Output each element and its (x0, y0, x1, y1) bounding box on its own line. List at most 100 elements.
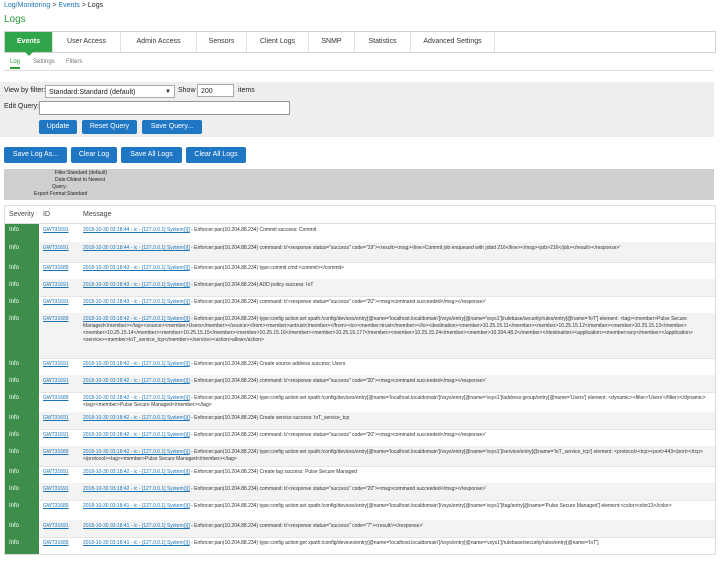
log-message-text: - Enforcer:pan(10.204.88.234) type:confi… (189, 503, 672, 509)
summary-date-value: Oldest to Newest (67, 177, 106, 183)
breadcrumb: Log/Monitoring > Events > Logs (4, 2, 103, 9)
tab-events[interactable]: Events (5, 32, 53, 56)
severity-badge: Info (5, 483, 39, 500)
log-table: Severity ID Message Info GWT31691 2018-10-… (4, 205, 716, 555)
event-id-link[interactable]: GWT31689 (43, 395, 69, 401)
tab-statistics[interactable]: Statistics (355, 32, 411, 52)
log-source-link[interactable]: 2018-10-30 03:18:44 - ic - [127.0.0.1] S… (83, 227, 190, 233)
save-query-button[interactable]: Save Query... (142, 120, 202, 134)
subtab-settings[interactable]: Settings (33, 59, 55, 65)
table-row: Info GWT31689 2018-10-30 03:18:42 - ic - [… (5, 313, 715, 359)
table-row: Info GWT31689 2018-10-30 03:18:43 - ic - [… (5, 262, 715, 280)
reset-query-button[interactable]: Reset Query (82, 120, 137, 134)
event-id-link[interactable]: GWT31691 (43, 378, 69, 384)
log-source-link[interactable]: 2018-10-30 03:18:41 - ic - [127.0.0.1] S… (83, 540, 190, 546)
filter-summary-panel: Filter: Standard (default) Date: Oldest to… (4, 169, 714, 200)
view-by-filter-select[interactable]: Standard:Standard (default) ▼ (45, 85, 175, 98)
subtab-log[interactable]: Log (10, 59, 21, 69)
event-id-link[interactable]: GWT31689 (43, 503, 69, 509)
tab-user-access[interactable]: User Access (53, 32, 121, 52)
event-id-link[interactable]: GWT31689 (43, 449, 69, 455)
tab-client-logs[interactable]: Client Logs (247, 32, 309, 52)
log-message: 2018-10-30 03:18:42 - ic - [127.0.0.1] S… (83, 415, 711, 422)
log-source-link[interactable]: 2018-10-30 03:18:42 - ic - [127.0.0.1] S… (83, 361, 190, 367)
update-button[interactable]: Update (39, 120, 77, 134)
severity-badge: Info (5, 313, 39, 358)
log-source-link[interactable]: 2018-10-30 03:18:42 - ic - [127.0.0.1] S… (83, 316, 190, 322)
event-id-link[interactable]: GWT31691 (43, 415, 69, 421)
log-message-text: - Enforcer:pan(10.204.88.234) command: b… (189, 432, 487, 438)
event-id-link[interactable]: GWT31689 (43, 540, 69, 546)
log-message: 2018-10-30 03:18:42 - ic - [127.0.0.1] S… (83, 449, 711, 463)
event-id-link[interactable]: GWT31691 (43, 523, 69, 529)
tab-admin-access[interactable]: Admin Access (121, 32, 197, 52)
item-count-input[interactable]: 200 (197, 84, 234, 97)
event-id-link[interactable]: GWT31691 (43, 299, 69, 305)
event-id-link[interactable]: GWT31691 (43, 227, 69, 233)
event-id-link[interactable]: GWT31691 (43, 245, 69, 251)
log-message-text: - Enforcer:pan(10.204.88.234) Create sou… (189, 361, 346, 367)
log-message: 2018-10-30 03:18:43 - ic - [127.0.0.1] S… (83, 299, 711, 306)
edit-query-input[interactable] (39, 101, 290, 115)
table-row: Info GWT31691 2018-10-30 03:18:42 - ic - [… (5, 429, 715, 447)
view-by-filter-value: Standard:Standard (default) (49, 89, 136, 96)
log-source-link[interactable]: 2018-10-30 03:18:44 - ic - [127.0.0.1] S… (83, 245, 190, 251)
clear-log-button[interactable]: Clear Log (71, 147, 117, 163)
log-source-link[interactable]: 2018-10-30 03:18:42 - ic - [127.0.0.1] S… (83, 432, 190, 438)
table-row: Info GWT31691 2018-10-30 03:18:44 - ic - [… (5, 224, 715, 243)
log-message: 2018-10-30 03:18:44 - ic - [127.0.0.1] S… (83, 227, 711, 234)
breadcrumb-current: Logs (87, 2, 104, 9)
table-row: Info GWT31691 2018-10-30 03:18:42 - ic - [… (5, 483, 715, 501)
table-row: Info GWT31691 2018-10-30 03:18:41 - ic - [… (5, 520, 715, 538)
log-source-link[interactable]: 2018-10-30 03:18:43 - ic - [127.0.0.1] S… (83, 299, 190, 305)
event-id-link[interactable]: GWT31691 (43, 432, 69, 438)
log-source-link[interactable]: 2018-10-30 03:18:42 - ic - [127.0.0.1] S… (83, 415, 190, 421)
save-log-as-button[interactable]: Save Log As... (4, 147, 67, 163)
event-id-link[interactable]: GWT31691 (43, 282, 69, 288)
subtab-filters[interactable]: Filters (66, 59, 82, 65)
log-message: 2018-10-30 03:18:41 - ic - [127.0.0.1] S… (83, 523, 711, 530)
save-all-logs-button[interactable]: Save All Logs (121, 147, 182, 163)
breadcrumb-separator: > (81, 2, 86, 9)
severity-badge: Info (5, 446, 39, 466)
log-message-text: - Enforcer:pan(10.204.88.234) command: b… (189, 523, 424, 529)
log-source-link[interactable]: 2018-10-30 03:18:42 - ic - [127.0.0.1] S… (83, 469, 190, 475)
severity-badge: Info (5, 242, 39, 262)
log-source-link[interactable]: 2018-10-30 03:18:43 - ic - [127.0.0.1] S… (83, 282, 190, 288)
column-severity[interactable]: Severity (9, 211, 34, 218)
items-label: items (238, 87, 255, 94)
table-row: Info GWT31691 2018-10-30 03:18:42 - ic - [… (5, 466, 715, 484)
breadcrumb-events[interactable]: Events (58, 2, 79, 9)
tab-snmp[interactable]: SNMP (309, 32, 355, 52)
log-source-link[interactable]: 2018-10-30 03:18:41 - ic - [127.0.0.1] S… (83, 503, 190, 509)
event-id-link[interactable]: GWT31689 (43, 316, 69, 322)
event-id-link[interactable]: GWT31691 (43, 361, 69, 367)
log-message: 2018-10-30 03:18:42 - ic - [127.0.0.1] S… (83, 486, 711, 493)
log-source-link[interactable]: 2018-10-30 03:18:43 - ic - [127.0.0.1] S… (83, 265, 190, 271)
log-source-link[interactable]: 2018-10-30 03:18:42 - ic - [127.0.0.1] S… (83, 395, 190, 401)
breadcrumb-log-monitoring[interactable]: Log/Monitoring (4, 2, 50, 9)
tab-sensors[interactable]: Sensors (197, 32, 247, 52)
log-message: 2018-10-30 03:18:43 - ic - [127.0.0.1] S… (83, 282, 711, 289)
log-source-link[interactable]: 2018-10-30 03:18:41 - ic - [127.0.0.1] S… (83, 523, 190, 529)
log-source-link[interactable]: 2018-10-30 03:18:42 - ic - [127.0.0.1] S… (83, 486, 190, 492)
event-id-link[interactable]: GWT31689 (43, 265, 69, 271)
severity-badge: Info (5, 537, 39, 554)
table-header: Severity ID Message (5, 206, 715, 224)
log-source-link[interactable]: 2018-10-30 03:18:42 - ic - [127.0.0.1] S… (83, 449, 190, 455)
edit-query-label: Edit Query: (4, 103, 40, 110)
log-source-link[interactable]: 2018-10-30 03:18:42 - ic - [127.0.0.1] S… (83, 378, 190, 384)
severity-badge: Info (5, 466, 39, 483)
table-row: Info GWT31691 2018-10-30 03:18:42 - ic - [… (5, 412, 715, 430)
clear-all-logs-button[interactable]: Clear All Logs (186, 147, 246, 163)
log-message-text: - Enforcer:pan(10.204.88.234) command: b… (189, 299, 487, 305)
view-by-filter-label: View by filter: (4, 87, 46, 94)
event-id-link[interactable]: GWT31691 (43, 469, 69, 475)
log-message-text: - Enforcer:pan(10.204.88.234) ADD policy… (189, 282, 314, 288)
event-id-link[interactable]: GWT31691 (43, 486, 69, 492)
log-message: 2018-10-30 03:18:42 - ic - [127.0.0.1] S… (83, 361, 711, 368)
column-message[interactable]: Message (83, 211, 111, 218)
show-label: Show (178, 87, 196, 94)
tab-advanced-settings[interactable]: Advanced Settings (411, 32, 495, 52)
column-id[interactable]: ID (43, 211, 50, 218)
